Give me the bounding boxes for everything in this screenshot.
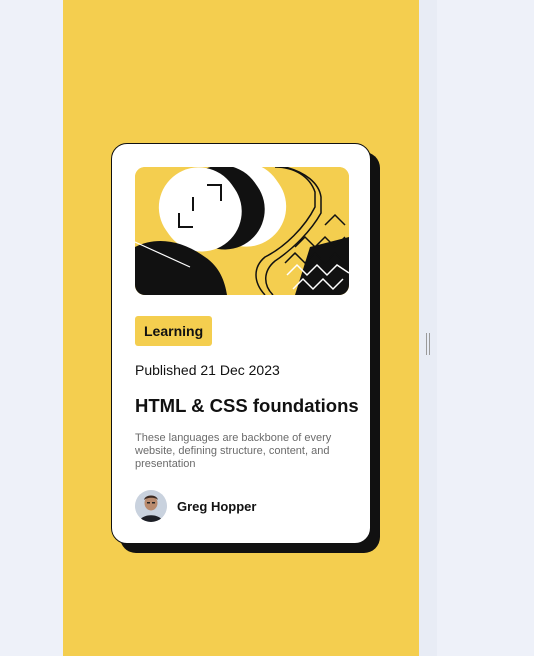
blog-preview-card[interactable]: Learning Published 21 Dec 2023 HTML & CS… <box>111 143 371 544</box>
side-panel <box>419 0 437 656</box>
card-description: These languages are backbone of every we… <box>135 432 332 470</box>
card-title[interactable]: HTML & CSS foundations <box>135 395 365 417</box>
published-date: Published 21 Dec 2023 <box>135 362 280 378</box>
author-row: Greg Hopper <box>135 490 256 522</box>
resize-handle[interactable] <box>426 333 430 355</box>
avatar <box>135 490 167 522</box>
illustration-graphic <box>135 167 349 295</box>
avatar-icon <box>135 490 167 522</box>
browser-viewport: Learning Published 21 Dec 2023 HTML & CS… <box>0 0 534 656</box>
author-name: Greg Hopper <box>177 498 257 514</box>
category-tag: Learning <box>135 316 213 346</box>
card-illustration <box>135 167 349 295</box>
